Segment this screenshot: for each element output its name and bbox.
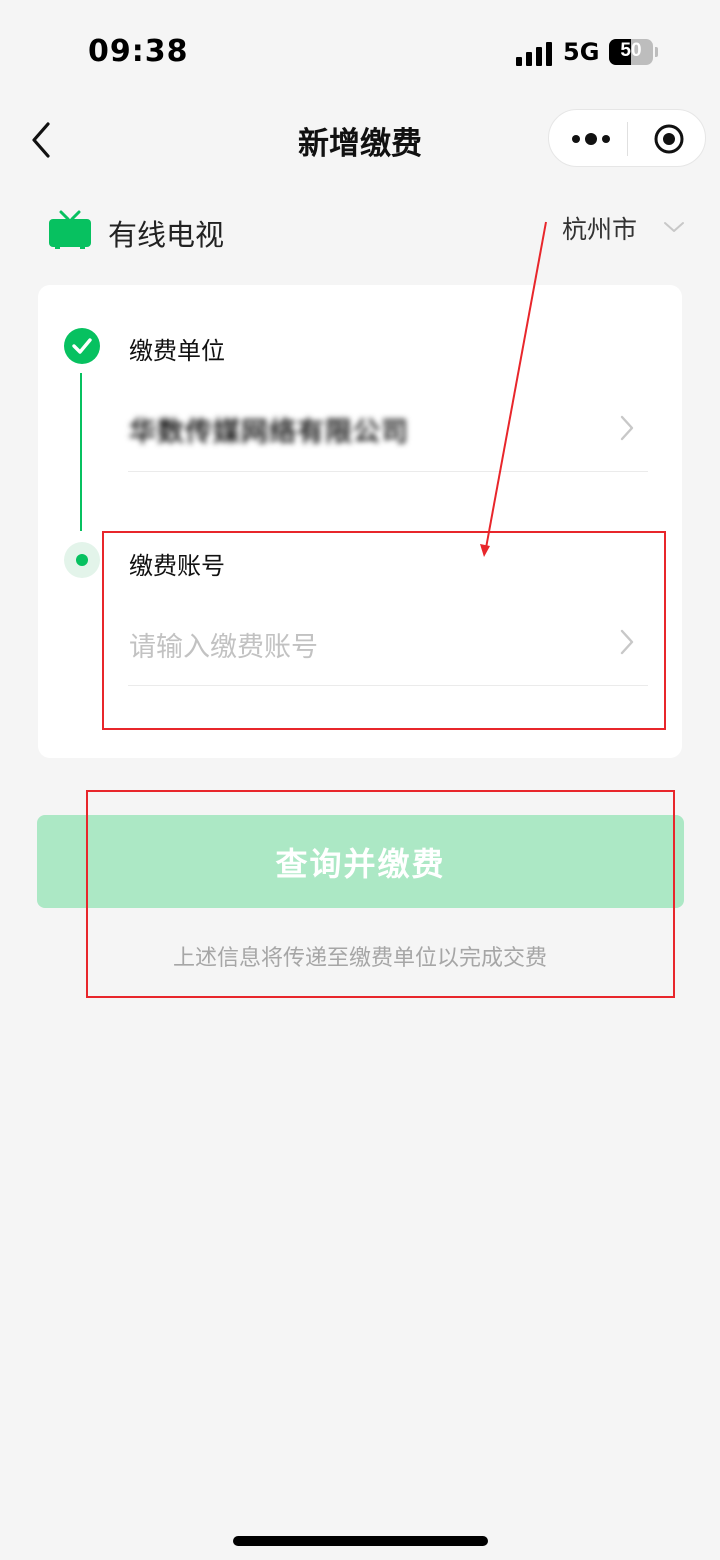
annotation-box-account <box>102 531 666 730</box>
more-dots-icon[interactable] <box>571 132 611 146</box>
capsule-divider <box>627 122 628 156</box>
mini-program-capsule <box>548 109 706 167</box>
target-circle-icon[interactable] <box>653 123 685 155</box>
step-done-indicator <box>64 328 100 364</box>
battery-tip <box>655 47 658 57</box>
chevron-down-icon[interactable] <box>662 218 686 236</box>
check-icon <box>72 338 92 354</box>
battery-icon: 50 <box>609 39 653 65</box>
payment-unit-label: 缴费单位 <box>129 337 225 365</box>
step-active-indicator <box>64 542 100 578</box>
tv-icon <box>49 210 91 249</box>
home-indicator <box>233 1536 488 1546</box>
network-type: 5G <box>563 38 600 66</box>
battery-level: 50 <box>620 40 642 61</box>
step-connector <box>80 373 82 531</box>
step-active-dot <box>76 554 88 566</box>
divider <box>128 471 648 472</box>
city-selector[interactable]: 杭州市 <box>562 210 637 246</box>
annotation-box-submit <box>86 790 675 998</box>
payment-unit-value[interactable]: 华数传媒网络有限公司 <box>129 410 409 449</box>
chevron-right-icon[interactable] <box>618 414 636 442</box>
status-time: 09:38 <box>88 34 189 69</box>
service-name: 有线电视 <box>108 218 225 252</box>
signal-icon <box>516 42 554 66</box>
